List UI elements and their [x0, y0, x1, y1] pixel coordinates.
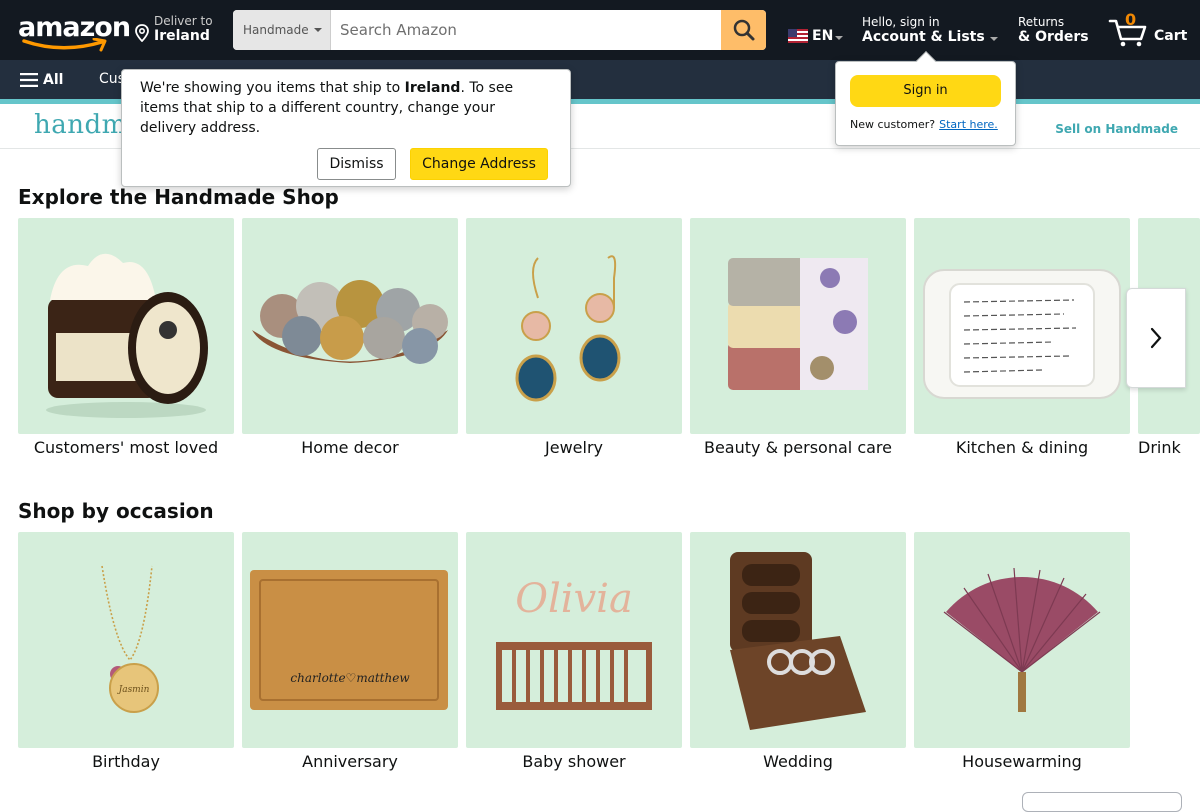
crib-icon: Olivia	[496, 576, 652, 710]
change-address-button[interactable]: Change Address	[410, 148, 548, 180]
card-image	[466, 218, 682, 434]
occasion-card[interactable]: Olivia Baby shower	[466, 532, 682, 777]
card-label: Wedding	[763, 752, 833, 771]
dismiss-button[interactable]: Dismiss	[317, 148, 396, 180]
occasion-card[interactable]: Jasmin Birthday	[18, 532, 234, 777]
baking-dish-icon	[923, 269, 1121, 399]
card-label: Baby shower	[522, 752, 626, 771]
card-image: charlotte♡matthew	[242, 532, 458, 748]
address-message-before: We're showing you items that ship to	[140, 80, 405, 96]
address-popover: We're showing you items that ship to Ire…	[121, 69, 571, 187]
search-bar: Handmade	[233, 10, 766, 50]
occasion-card[interactable]: Housewarming	[914, 532, 1130, 777]
card-image	[690, 218, 906, 434]
language-code: EN	[812, 28, 834, 44]
account-lists[interactable]: Hello, sign in Account & Lists	[862, 15, 1002, 49]
orders-label: & Orders	[1018, 29, 1089, 45]
deliver-to[interactable]: Deliver to Ireland	[134, 13, 224, 47]
category-card[interactable]: Beauty & personal care	[690, 218, 906, 463]
card-label: Housewarming	[962, 752, 1082, 771]
cart-button[interactable]: 0 Cart	[1108, 10, 1188, 50]
language-selector[interactable]: EN	[788, 26, 844, 46]
new-customer-row: New customer? Start here.	[850, 118, 998, 131]
card-image	[18, 218, 234, 434]
signin-popover: Sign in New customer? Start here.	[835, 51, 1016, 146]
soap-bars-icon	[728, 258, 868, 390]
start-here-link[interactable]: Start here.	[939, 118, 998, 131]
address-message: We're showing you items that ship to Ire…	[140, 78, 540, 138]
returns-label: Returns	[1018, 15, 1065, 29]
occasion-card[interactable]: Wedding	[690, 532, 906, 777]
hamburger-icon	[20, 73, 38, 87]
hand-fan-icon	[943, 567, 1101, 712]
amazon-logo[interactable]: amazon	[18, 12, 131, 52]
account-label: Account & Lists	[862, 29, 985, 45]
signin-button[interactable]: Sign in	[850, 75, 1001, 107]
crib-name: Olivia	[515, 576, 633, 622]
card-label: Drink	[1138, 438, 1181, 457]
search-input[interactable]	[331, 10, 721, 50]
card-label: Birthday	[92, 752, 160, 771]
sell-on-handmade-link[interactable]: Sell on Handmade	[1055, 122, 1178, 136]
cutting-board-icon: charlotte♡matthew	[250, 570, 448, 710]
returns-orders[interactable]: Returns & Orders	[1018, 15, 1098, 49]
search-category-label: Handmade	[243, 23, 309, 37]
card-image	[690, 532, 906, 748]
explore-section-title: Explore the Handmade Shop	[18, 185, 339, 209]
deliver-label: Deliver to	[154, 14, 213, 28]
location-pin-icon	[135, 24, 149, 42]
address-country: Ireland	[404, 80, 461, 96]
cream-jar-icon	[46, 253, 208, 418]
smile-arrow-icon	[22, 38, 107, 52]
search-category-select[interactable]: Handmade	[233, 10, 331, 50]
board-engraving: charlotte♡matthew	[290, 671, 410, 685]
caret-down-icon	[835, 36, 844, 40]
caret-down-icon	[314, 28, 322, 32]
card-label: Kitchen & dining	[955, 438, 1089, 457]
ring-box-icon	[730, 552, 866, 730]
deliver-location: Ireland	[154, 28, 210, 44]
earrings-icon	[515, 255, 621, 402]
partial-button[interactable]	[1022, 792, 1182, 812]
card-image: Jasmin	[18, 532, 234, 748]
necklace-icon: Jasmin	[101, 565, 159, 713]
card-image	[242, 218, 458, 434]
card-image: Olivia	[466, 532, 682, 748]
occasion-card[interactable]: charlotte♡matthew Anniversary	[242, 532, 458, 777]
account-label-row: Account & Lists	[862, 29, 1002, 45]
account-greeting: Hello, sign in	[862, 15, 940, 29]
new-customer-label: New customer?	[850, 118, 936, 131]
category-card[interactable]: Kitchen & dining	[914, 218, 1130, 463]
top-nav: amazon Deliver to Ireland Handmade EN	[0, 0, 1200, 60]
card-label: Jewelry	[545, 438, 603, 457]
category-card[interactable]: Customers' most loved	[18, 218, 234, 463]
category-card[interactable]: Home decor	[242, 218, 458, 463]
cart-label: Cart	[1154, 28, 1188, 44]
necklace-engraving: Jasmin	[117, 685, 150, 695]
card-label: Beauty & personal care	[703, 438, 892, 457]
occasion-section-title: Shop by occasion	[18, 499, 214, 523]
category-card[interactable]: Jewelry	[466, 218, 682, 463]
carousel-next-button[interactable]	[1126, 288, 1186, 388]
card-image	[914, 218, 1130, 434]
chevron-right-icon	[1150, 327, 1162, 349]
card-label: Anniversary	[302, 752, 398, 771]
card-label: Home decor	[301, 438, 399, 457]
search-button[interactable]	[721, 10, 766, 50]
all-label: All	[43, 72, 64, 88]
caret-down-icon	[989, 36, 998, 41]
card-label: Customers' most loved	[33, 438, 219, 457]
all-menu-button[interactable]: All	[20, 70, 63, 90]
cart-count: 0	[1125, 10, 1137, 29]
yarn-bowl-icon	[252, 280, 448, 364]
card-image	[914, 532, 1130, 748]
search-icon	[733, 19, 754, 41]
us-flag-icon	[788, 29, 808, 43]
